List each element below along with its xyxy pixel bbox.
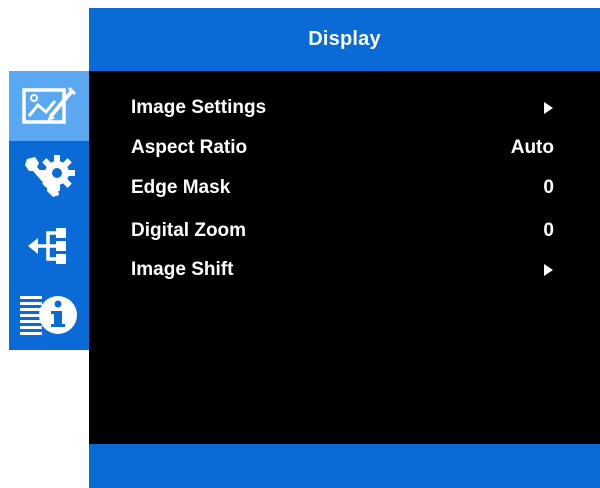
tab-setup[interactable] xyxy=(9,141,89,211)
menu-item-label: Image Settings xyxy=(131,97,267,118)
menu-item-image-settings[interactable]: Image Settings xyxy=(131,93,554,123)
menu-footer xyxy=(89,444,600,488)
display-image-icon xyxy=(21,84,77,128)
menu-item-value: 0 xyxy=(543,220,554,241)
setup-tools-icon xyxy=(21,151,77,201)
menu-item-label: Aspect Ratio xyxy=(131,137,248,158)
tab-info[interactable] xyxy=(9,281,89,351)
page-title: Display xyxy=(308,28,381,50)
submenu-arrow-icon xyxy=(544,102,553,114)
menu-item-image-shift[interactable]: Image Shift xyxy=(131,255,554,285)
tab-display[interactable] xyxy=(9,71,89,141)
menu-item-aspect-ratio[interactable]: Aspect Ratio Auto xyxy=(131,133,554,163)
tab-network[interactable] xyxy=(9,211,89,281)
menu-item-label: Digital Zoom xyxy=(131,220,247,241)
network-icon xyxy=(24,226,74,266)
info-icon xyxy=(18,290,80,342)
menu-header: Display xyxy=(89,8,600,71)
menu-item-value: 0 xyxy=(543,177,554,198)
sidebar xyxy=(9,71,89,350)
menu-content: Image Settings Aspect Ratio Auto Edge Ma… xyxy=(89,71,600,444)
menu-item-digital-zoom[interactable]: Digital Zoom 0 xyxy=(131,216,554,246)
menu-item-label: Edge Mask xyxy=(131,177,231,198)
menu-item-edge-mask[interactable]: Edge Mask 0 xyxy=(131,173,554,203)
submenu-arrow-icon xyxy=(544,264,553,276)
menu-item-value: Auto xyxy=(510,137,554,158)
menu-item-label: Image Shift xyxy=(131,259,234,280)
